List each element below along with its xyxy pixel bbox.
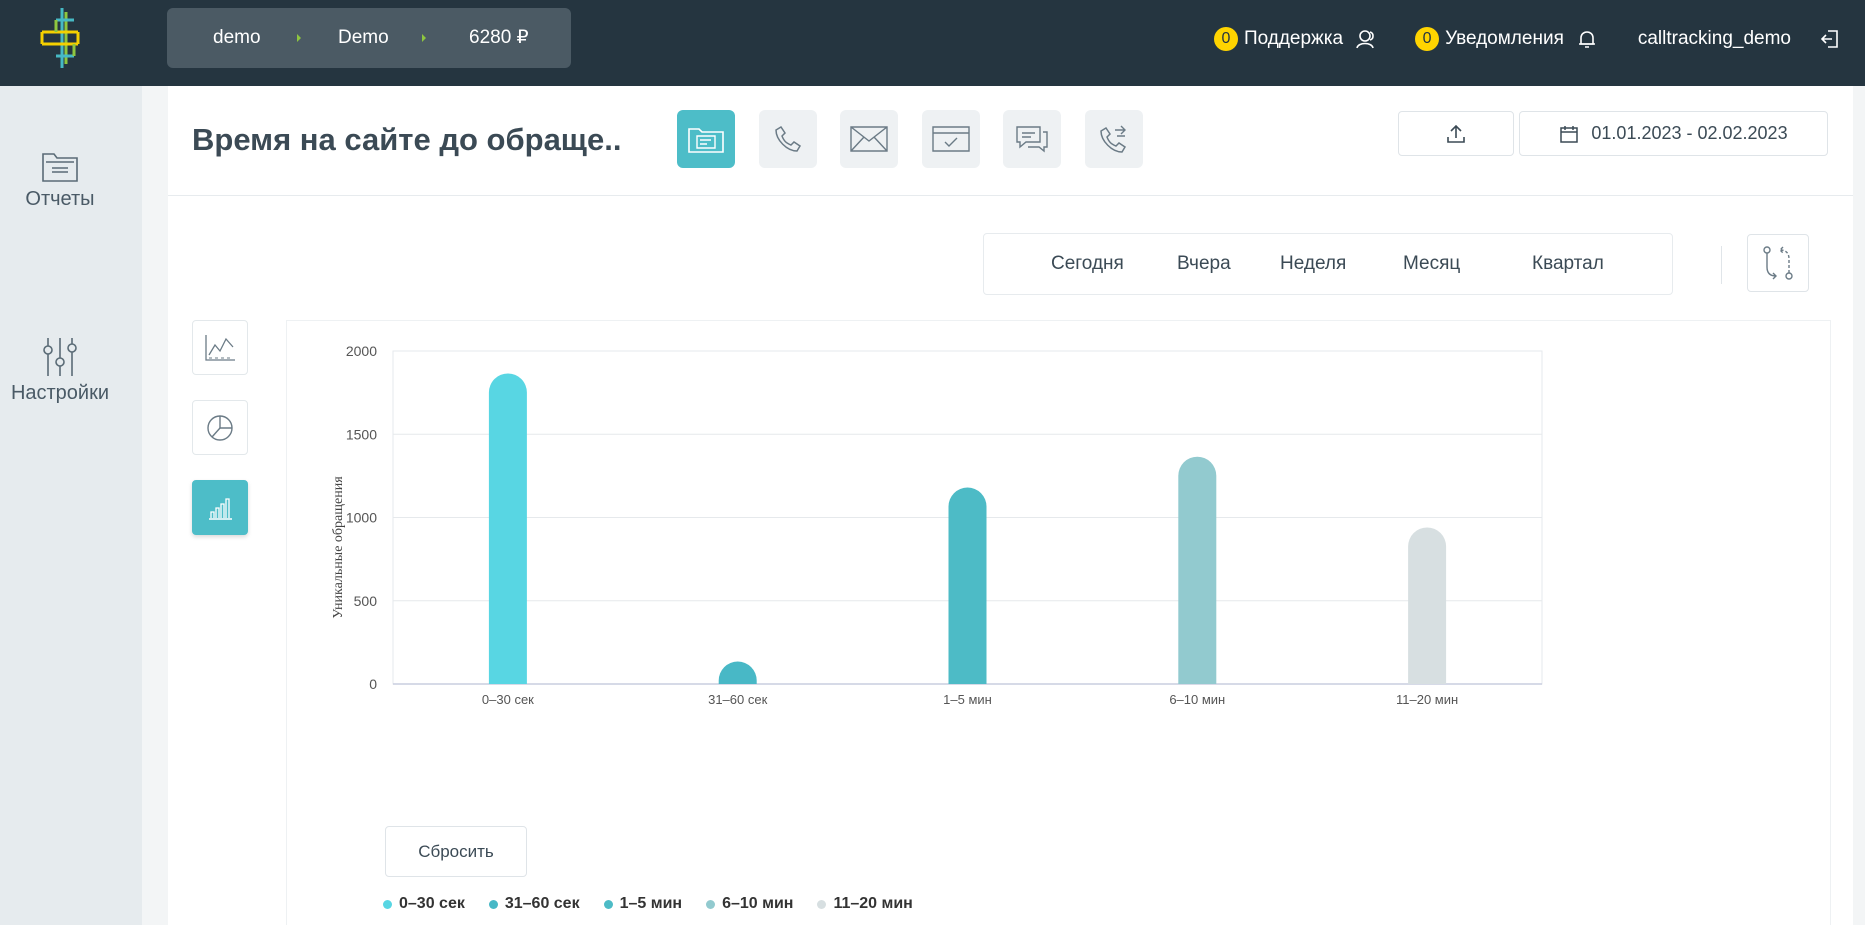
upload-icon bbox=[1447, 124, 1465, 143]
chevron-right-icon bbox=[422, 34, 426, 42]
y-tick-label: 0 bbox=[369, 676, 377, 692]
legend-item[interactable]: 0–30 сек bbox=[383, 895, 465, 913]
legend-label: 11–20 мин bbox=[833, 895, 913, 912]
line-chart-icon bbox=[205, 334, 235, 361]
top-right-menu: 0 Поддержка 0 Уведомления calltracking_d… bbox=[1213, 0, 1865, 78]
legend-item[interactable]: 1–5 мин bbox=[603, 895, 683, 913]
bar-chart-view-button[interactable] bbox=[192, 480, 248, 535]
pie-chart-icon bbox=[207, 414, 233, 441]
callback-button[interactable] bbox=[1085, 110, 1143, 168]
phone-icon bbox=[775, 125, 802, 152]
legend-item[interactable]: 6–10 мин bbox=[706, 895, 793, 913]
legend-label: 0–30 сек bbox=[399, 895, 465, 912]
legend-label: 1–5 мин bbox=[619, 895, 683, 912]
calendar-icon bbox=[1560, 125, 1579, 143]
legend-dot bbox=[706, 899, 716, 909]
y-tick-label: 1500 bbox=[346, 426, 377, 442]
sidebar-item-label: Настройки bbox=[10, 382, 110, 404]
x-tick-label: 1–5 мин bbox=[943, 692, 992, 707]
legend-label: 31–60 сек bbox=[504, 895, 580, 912]
folder-icon bbox=[42, 153, 78, 182]
bell-icon bbox=[1578, 31, 1595, 48]
notifications-label: Уведомления bbox=[1445, 28, 1564, 49]
x-tick-label: 6–10 мин bbox=[1169, 692, 1225, 707]
legend-dot bbox=[383, 899, 392, 909]
support-label: Поддержка bbox=[1243, 28, 1344, 49]
bar bbox=[488, 373, 527, 684]
legend-dot bbox=[488, 899, 498, 909]
top-bar: demo Demo 6280 ₽ 0 Поддержка 0 Уведомлен… bbox=[0, 0, 1865, 86]
legend-label: 6–10 мин bbox=[722, 895, 794, 912]
crumb-login[interactable]: demo bbox=[213, 8, 261, 68]
sidebar-item-label: Отчеты bbox=[25, 188, 95, 210]
compare-periods-button[interactable] bbox=[1747, 234, 1809, 292]
export-button[interactable] bbox=[1398, 111, 1514, 156]
bar-chart-icon bbox=[209, 497, 232, 520]
y-axis-label: Уникальные обращения bbox=[331, 476, 346, 619]
notifications-link[interactable]: 0 Уведомления bbox=[1415, 27, 1598, 51]
chart-legend: 0–30 сек 31–60 сек 1–5 мин 6–10 мин 11–20 ми… bbox=[383, 895, 937, 913]
pie-chart-view-button[interactable] bbox=[192, 400, 248, 455]
x-tick-label: 0–30 сек bbox=[482, 692, 534, 707]
all-requests-button[interactable] bbox=[677, 110, 735, 168]
bar-chart: 2000 1500 1000 500 0 Уникальные обращения 0–30… bbox=[331, 343, 1543, 707]
logout-icon[interactable] bbox=[1819, 28, 1841, 50]
forms-button[interactable] bbox=[922, 110, 980, 168]
account-breadcrumb[interactable]: demo Demo 6280 ₽ bbox=[167, 8, 571, 68]
chevron-right-icon bbox=[297, 34, 301, 42]
date-range-picker[interactable]: 01.01.2023 - 02.02.2023 bbox=[1519, 111, 1828, 156]
period-week[interactable]: Неделя bbox=[1280, 234, 1346, 294]
date-range-value: 01.01.2023 - 02.02.2023 bbox=[1591, 123, 1788, 143]
legend-item[interactable]: 11–20 мин bbox=[817, 895, 913, 913]
page-title: Время на сайте до обраще... bbox=[192, 122, 622, 157]
logo-icon[interactable] bbox=[38, 6, 84, 70]
legend-dot bbox=[817, 899, 827, 909]
chart-area: 2000 1500 1000 500 0 Уникальные обращения 0–30… bbox=[286, 320, 1831, 925]
y-tick-label: 1000 bbox=[346, 510, 377, 526]
legend-item[interactable]: 31–60 сек bbox=[488, 895, 580, 913]
chats-button[interactable] bbox=[1003, 110, 1061, 168]
callback-icon bbox=[1100, 125, 1127, 153]
all-requests-icon bbox=[688, 128, 724, 153]
y-tick-label: 500 bbox=[354, 593, 378, 609]
bar bbox=[948, 487, 987, 684]
sidebar: Отчеты Настройки bbox=[0, 86, 142, 925]
support-link[interactable]: 0 Поддержка bbox=[1213, 27, 1377, 51]
reset-button[interactable]: Сбросить bbox=[385, 826, 527, 877]
bar bbox=[1408, 527, 1447, 684]
x-tick-label: 31–60 сек bbox=[708, 692, 767, 707]
line-chart-view-button[interactable] bbox=[192, 320, 248, 375]
x-tick-label: 11–20 мин bbox=[1396, 692, 1458, 707]
support-icon bbox=[1356, 30, 1374, 49]
main-area: Время на сайте до обраще... 01.01.2023 -… bbox=[142, 86, 1865, 925]
sidebar-item-settings[interactable]: Настройки bbox=[0, 336, 120, 405]
crumb-balance[interactable]: 6280 ₽ bbox=[469, 8, 529, 68]
period-today[interactable]: Сегодня bbox=[1051, 234, 1124, 294]
mail-icon bbox=[850, 126, 888, 152]
report-header: Время на сайте до обраще... 01.01.2023 -… bbox=[168, 86, 1853, 196]
legend-dot bbox=[603, 899, 613, 909]
user-name[interactable]: calltracking_demo bbox=[1638, 28, 1791, 50]
support-count-badge: 0 bbox=[1213, 27, 1238, 51]
bar bbox=[1178, 456, 1217, 684]
form-icon bbox=[932, 126, 970, 152]
sidebar-item-reports[interactable]: Отчеты bbox=[0, 148, 120, 211]
period-yesterday[interactable]: Вчера bbox=[1177, 234, 1231, 294]
calls-button[interactable] bbox=[759, 110, 817, 168]
period-quarter[interactable]: Квартал bbox=[1532, 234, 1604, 294]
divider bbox=[1721, 246, 1722, 284]
chat-icon bbox=[1016, 126, 1048, 153]
report-content: Сегодня Вчера Неделя Месяц Квартал 2000 … bbox=[168, 196, 1853, 925]
notifications-count-badge: 0 bbox=[1415, 27, 1440, 51]
crumb-project[interactable]: Demo bbox=[338, 8, 389, 68]
period-month[interactable]: Месяц bbox=[1403, 234, 1460, 294]
y-tick-label: 2000 bbox=[346, 343, 377, 359]
mail-button[interactable] bbox=[840, 110, 898, 168]
period-selector: Сегодня Вчера Неделя Месяц Квартал bbox=[983, 233, 1673, 295]
sliders-icon bbox=[43, 338, 77, 376]
bar bbox=[718, 661, 757, 684]
compare-icon bbox=[1763, 246, 1793, 280]
